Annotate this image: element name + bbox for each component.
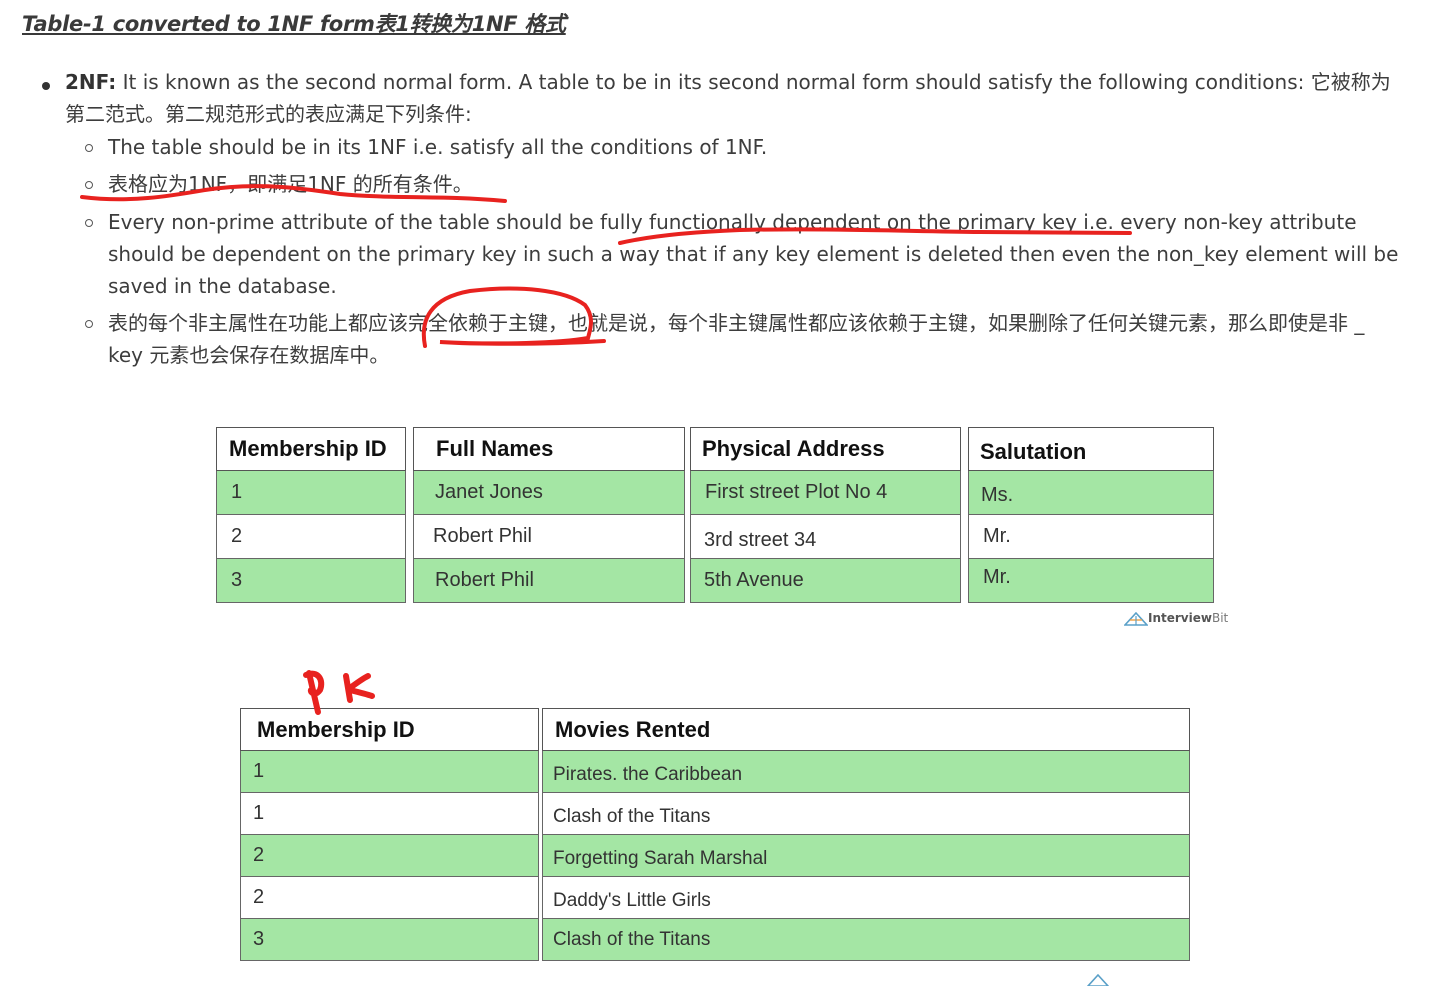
table-header: Salutation (968, 427, 1214, 471)
list-item: The table should be in its 1NF i.e. sati… (108, 135, 768, 159)
nf2-term: 2NF: (65, 70, 117, 94)
table-cell: 1 (240, 793, 539, 835)
table-cell: Forgetting Sarah Marshal (542, 835, 1190, 877)
table-header: Physical Address (690, 427, 961, 471)
list-item: 表格应为1NF，即满足1NF 的所有条件。 (108, 172, 473, 196)
table-cell: Ms. (968, 471, 1214, 515)
logo-icon (1086, 973, 1110, 987)
table-cell: Daddy's Little Girls (542, 877, 1190, 919)
nf2-paragraph: 2NF: It is known as the second normal fo… (65, 66, 1410, 130)
table-cell: 2 (240, 877, 539, 919)
annotation-pk-letter-k (343, 673, 375, 703)
bullet-circle (85, 181, 93, 189)
table-cell: Janet Jones (413, 471, 685, 515)
table-cell: 2 (216, 515, 406, 559)
table-cell: Clash of the Titans (542, 793, 1190, 835)
nf2-description: It is known as the second normal form. A… (65, 70, 1391, 126)
table-cell: Clash of the Titans (542, 919, 1190, 961)
table-column-membership-id: Membership ID 1 2 3 (216, 427, 406, 603)
table-cell: 1 (216, 471, 406, 515)
table-cell: First street Plot No 4 (690, 471, 961, 515)
table-column-salutation: Salutation Ms. Mr. Mr. (968, 427, 1214, 603)
table-cell: 2 (240, 835, 539, 877)
table-cell: 5th Avenue (690, 559, 961, 603)
annotation-pk-letter-p (303, 670, 325, 715)
list-item: Every non-prime attribute of the table s… (108, 210, 1399, 298)
table-cell: 3 (216, 559, 406, 603)
table-header: Full Names (413, 427, 685, 471)
table-header: Movies Rented (542, 708, 1190, 751)
logo-brand: Interview (1148, 611, 1212, 625)
table-cell: Robert Phil (413, 515, 685, 559)
interviewbit-logo: InterviewBit (1123, 611, 1229, 626)
table-cell: Pirates. the Caribbean (542, 751, 1190, 793)
table-header: Membership ID (216, 427, 406, 471)
table-column-membership-id: Membership ID 1 1 2 2 3 (240, 708, 539, 961)
table-cell: Robert Phil (413, 559, 685, 603)
list-item: 表的每个非主属性在功能上都应该完全依赖于主键，也就是说，每个非主键属性都应该依赖… (108, 311, 1365, 367)
table-column-movies-rented: Movies Rented Pirates. the Caribbean Cla… (542, 708, 1190, 961)
bullet-circle (85, 144, 93, 152)
logo-suffix: Bit (1211, 611, 1229, 625)
table-cell: Mr. (968, 515, 1214, 559)
bullet-circle (85, 320, 93, 328)
interviewbit-logo-partial (1086, 971, 1110, 990)
logo-icon (1123, 611, 1149, 626)
table-column-physical-address: Physical Address First street Plot No 4 … (690, 427, 961, 603)
table-cell: Mr. (968, 559, 1214, 603)
table-header: Membership ID (240, 708, 539, 751)
table-cell: 3rd street 34 (690, 515, 961, 559)
table-cell: 1 (240, 751, 539, 793)
bullet-circle (85, 219, 93, 227)
table-cell: 3 (240, 919, 539, 961)
section-heading: Table-1 converted to 1NF form表1转换为1NF 格式 (22, 12, 566, 36)
table-column-full-names: Full Names Janet Jones Robert Phil Rober… (413, 427, 685, 603)
bullet-disc (42, 82, 50, 90)
